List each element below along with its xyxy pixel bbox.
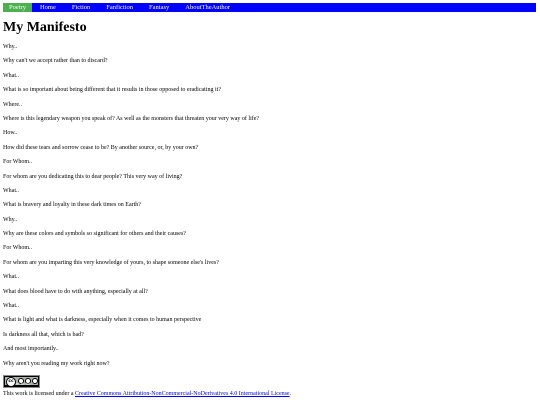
- poem-line: Where is this legendary weapon you speak…: [3, 115, 260, 122]
- poem-body: Why.. Why can't we accept rather than to…: [3, 44, 259, 375]
- license-link[interactable]: Creative Commons Attribution-NonCommerci…: [75, 391, 290, 397]
- poem-line: And most importantly..: [3, 346, 59, 353]
- nav-item-about-the-author[interactable]: AboutTheAuthor: [177, 3, 238, 12]
- poem-line: What..: [3, 72, 19, 79]
- poem-line: For Whom..: [3, 159, 33, 166]
- poem-line: What is light and what is darkness, espe…: [3, 317, 202, 324]
- nav-item-home[interactable]: Home: [32, 3, 64, 12]
- license-prefix: This work is licensed under a: [3, 391, 75, 397]
- poem-line: Why can't we accept rather than to disca…: [3, 58, 108, 65]
- license-notice: This work is licensed under a Creative C…: [3, 390, 291, 398]
- poem-line: What..: [3, 274, 19, 281]
- poem-line: How did these tears and sorrow cease to …: [3, 144, 199, 151]
- poem-line: What is bravery and loyalty in these dar…: [3, 202, 141, 209]
- license-suffix: .: [289, 391, 292, 397]
- poem-line: How..: [3, 130, 18, 137]
- poem-line: Why..: [3, 44, 18, 50]
- page-title: My Manifesto: [3, 20, 87, 35]
- top-nav: Poetry Home Fiction Fanfiction Fantasy A…: [3, 3, 536, 12]
- poem-line: What..: [3, 187, 19, 194]
- cc-logo-icon: cc: [6, 377, 16, 387]
- nav-item-poetry[interactable]: Poetry: [3, 3, 32, 12]
- poem-line: Where..: [3, 101, 22, 108]
- nd-icon: [32, 378, 38, 384]
- poem-line: What..: [3, 303, 19, 310]
- poem-line: For whom are you dedicating this to dear…: [3, 173, 183, 180]
- poem-line: Why..: [3, 216, 18, 223]
- poem-line: Why are these colors and symbols so sign…: [3, 231, 186, 238]
- poem-line: For Whom..: [3, 245, 33, 252]
- nav-item-fiction[interactable]: Fiction: [64, 3, 98, 12]
- cc-license-badge[interactable]: cc BY NC ND: [3, 375, 40, 388]
- poem-line: What is so important about being differe…: [3, 87, 222, 94]
- poem-line: What does blood have to do with anything…: [3, 288, 148, 295]
- poem-line: For whom are you imparting this very kno…: [3, 259, 219, 266]
- nav-item-fantasy[interactable]: Fantasy: [141, 3, 177, 12]
- poem-line: Is darkness all that, which is bad?: [3, 331, 84, 338]
- poem-line: Why aren't you reading my work right now…: [3, 360, 110, 367]
- nav-item-fanfiction[interactable]: Fanfiction: [98, 3, 141, 12]
- cc-badge-caption: BY NC ND: [16, 383, 31, 386]
